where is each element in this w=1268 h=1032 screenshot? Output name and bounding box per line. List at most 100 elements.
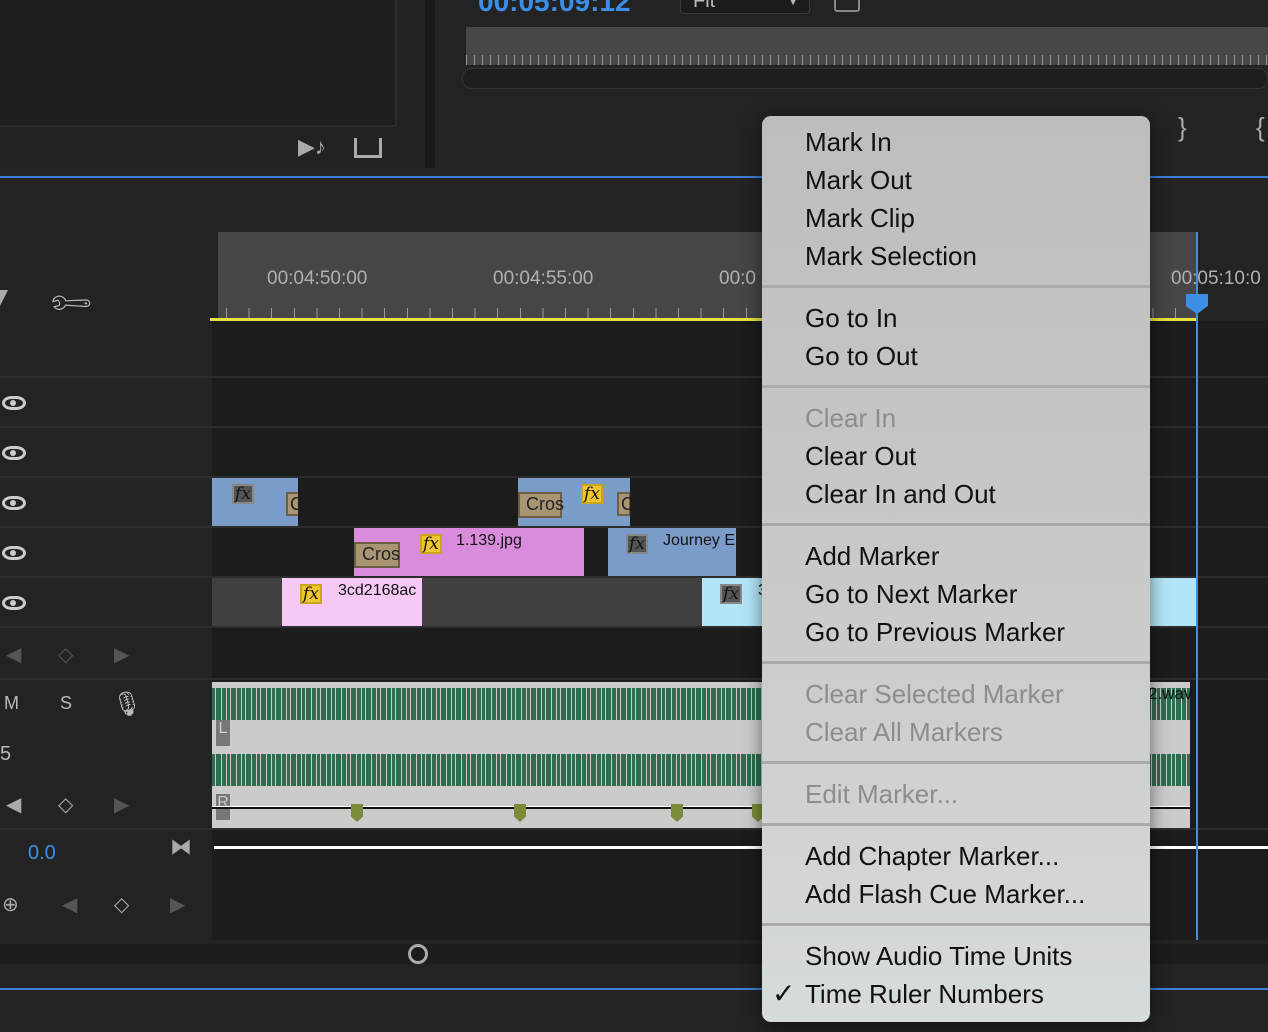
menu-separator (762, 813, 1150, 837)
program-time-ruler[interactable] (466, 27, 1268, 65)
next-keyframe-icon[interactable]: ▶ (170, 892, 185, 917)
playhead-line[interactable] (1196, 232, 1198, 940)
menu-item-clear-out[interactable]: Clear Out (762, 437, 1150, 475)
program-timecode[interactable]: 00:05:09:12 (478, 0, 631, 18)
add-keyframe-icon[interactable]: ◇ (58, 792, 73, 817)
menu-item-mark-in[interactable]: Mark In (762, 123, 1150, 161)
insert-audio-icon[interactable]: ▶♪ (298, 134, 326, 160)
menu-item-show-audio-time-units[interactable]: Show Audio Time Units (762, 937, 1150, 975)
menu-separator (762, 913, 1150, 937)
toggle-track-output-eye-icon[interactable] (2, 596, 26, 610)
menu-item-time-ruler-numbers[interactable]: ✓ Time Ruler Numbers (762, 975, 1150, 1013)
panel-divider[interactable] (425, 0, 435, 168)
menu-item-label: Show Audio Time Units (805, 941, 1073, 971)
menu-item-clear-selected-marker: Clear Selected Marker (762, 675, 1150, 713)
menu-item-label: Clear Out (805, 441, 917, 471)
add-keyframe-icon[interactable]: ◇ (114, 892, 129, 917)
menu-item-label: Go to In (805, 303, 898, 333)
menu-item-add-marker[interactable]: Add Marker (762, 537, 1150, 575)
menu-item-label: Time Ruler Numbers (805, 979, 1044, 1009)
menu-item-label: Go to Previous Marker (805, 617, 1066, 647)
transition[interactable]: C (617, 492, 630, 516)
previous-keyframe-icon[interactable]: ◀ (6, 792, 21, 817)
clip-name: 1.139.jpg (456, 532, 522, 549)
ruler-label: 00:05:10:0 (1171, 268, 1261, 289)
video-clip[interactable]: Cros fx C (518, 478, 630, 526)
menu-item-mark-selection[interactable]: Mark Selection (762, 237, 1150, 275)
add-keyframe-icon[interactable]: ◇ (58, 642, 73, 667)
menu-item-label: Go to Out (805, 341, 918, 371)
clip-name: 2.wav (1148, 684, 1193, 703)
fx-badge-icon: fx (300, 584, 322, 604)
voice-over-record-icon[interactable]: 🎙︎ (112, 690, 142, 719)
menu-separator (762, 651, 1150, 675)
export-frame-icon[interactable] (354, 138, 382, 158)
keyframe-marker[interactable] (514, 804, 526, 822)
video-clip[interactable]: fx 3cd2168ac (282, 578, 422, 626)
transition[interactable]: C (286, 492, 298, 516)
transition[interactable]: Cros (354, 542, 400, 568)
previous-keyframe-icon[interactable]: ◀ (6, 642, 21, 667)
menu-item-label: Mark Selection (805, 241, 977, 271)
chevron-down-icon: ▼ (787, 0, 799, 8)
video-clip[interactable]: fx C (212, 478, 298, 526)
zoom-level-value: Fit (693, 0, 716, 12)
toggle-track-output-eye-icon[interactable] (2, 546, 26, 560)
context-menu: Mark In Mark Out Mark Clip Mark Selection Go… (762, 116, 1150, 1022)
channel-label: L (216, 720, 230, 746)
clip-name: 3cd2168ac (338, 582, 417, 599)
source-monitor-panel: ▶♪ (0, 0, 425, 168)
menu-item-add-chapter-marker[interactable]: Add Chapter Marker... (762, 837, 1150, 875)
add-keyframe-menu-icon[interactable]: ⊕ (2, 892, 19, 917)
toggle-track-output-eye-icon[interactable] (2, 446, 26, 460)
menu-item-go-to-previous-marker[interactable]: Go to Previous Marker (762, 613, 1150, 651)
menu-item-label: Clear All Markers (805, 717, 1003, 747)
fx-badge-icon: fx (420, 534, 442, 554)
menu-item-label: Mark Out (805, 165, 912, 195)
menu-item-clear-all-markers: Clear All Markers (762, 713, 1150, 751)
menu-item-clear-in-and-out[interactable]: Clear In and Out (762, 475, 1150, 513)
collapse-track-icon[interactable]: ⧓ (170, 834, 192, 860)
ruler-label: 00:0 (719, 268, 756, 289)
program-zoom-scrollbar[interactable] (462, 68, 1268, 89)
menu-item-add-flash-cue-marker[interactable]: Add Flash Cue Marker... (762, 875, 1150, 913)
source-monitor-view (0, 0, 397, 127)
mute-track-button[interactable]: M (4, 693, 19, 714)
previous-keyframe-icon[interactable]: ◀ (62, 892, 77, 917)
next-keyframe-icon[interactable]: ▶ (114, 642, 129, 667)
menu-item-label: Go to Next Marker (805, 579, 1018, 609)
go-to-in-icon[interactable]: { (1256, 112, 1265, 143)
menu-item-mark-clip[interactable]: Mark Clip (762, 199, 1150, 237)
scrollbar-handle[interactable] (408, 944, 428, 964)
menu-item-go-to-out[interactable]: Go to Out (762, 337, 1150, 375)
menu-item-go-to-next-marker[interactable]: Go to Next Marker (762, 575, 1150, 613)
menu-item-label: Edit Marker... (805, 779, 959, 809)
mark-out-icon[interactable]: } (1178, 112, 1187, 143)
menu-item-label: Mark In (805, 127, 892, 157)
video-clip[interactable]: Cros fx 1.139.jpg (354, 528, 584, 576)
keyframe-marker[interactable] (671, 804, 683, 822)
master-volume-value[interactable]: 0.0 (28, 842, 56, 865)
fx-badge-icon: fx (720, 584, 742, 604)
video-clip[interactable]: fx Journey E (608, 528, 736, 576)
toggle-track-output-eye-icon[interactable] (2, 496, 26, 510)
solo-track-button[interactable]: S (60, 693, 72, 714)
checkmark-icon: ✓ (772, 978, 796, 1009)
ruler-label: 00:04:50:00 (267, 268, 368, 289)
menu-separator (762, 275, 1150, 299)
menu-separator (762, 513, 1150, 537)
menu-separator (762, 751, 1150, 775)
next-keyframe-icon[interactable]: ▶ (114, 792, 129, 817)
menu-item-label: Mark Clip (805, 203, 915, 233)
toggle-track-output-eye-icon[interactable] (2, 396, 26, 410)
menu-item-mark-out[interactable]: Mark Out (762, 161, 1150, 199)
menu-item-label: Clear In and Out (805, 479, 996, 509)
menu-item-label: Add Chapter Marker... (805, 841, 1060, 871)
transition[interactable]: Cros (518, 492, 564, 518)
keyframe-marker[interactable] (351, 804, 363, 822)
settings-icon[interactable] (834, 0, 860, 12)
fx-badge-icon: fx (232, 484, 254, 504)
zoom-level-select[interactable]: Fit ▼ (680, 0, 810, 14)
menu-item-go-to-in[interactable]: Go to In (762, 299, 1150, 337)
menu-item-label: Clear Selected Marker (805, 679, 1064, 709)
